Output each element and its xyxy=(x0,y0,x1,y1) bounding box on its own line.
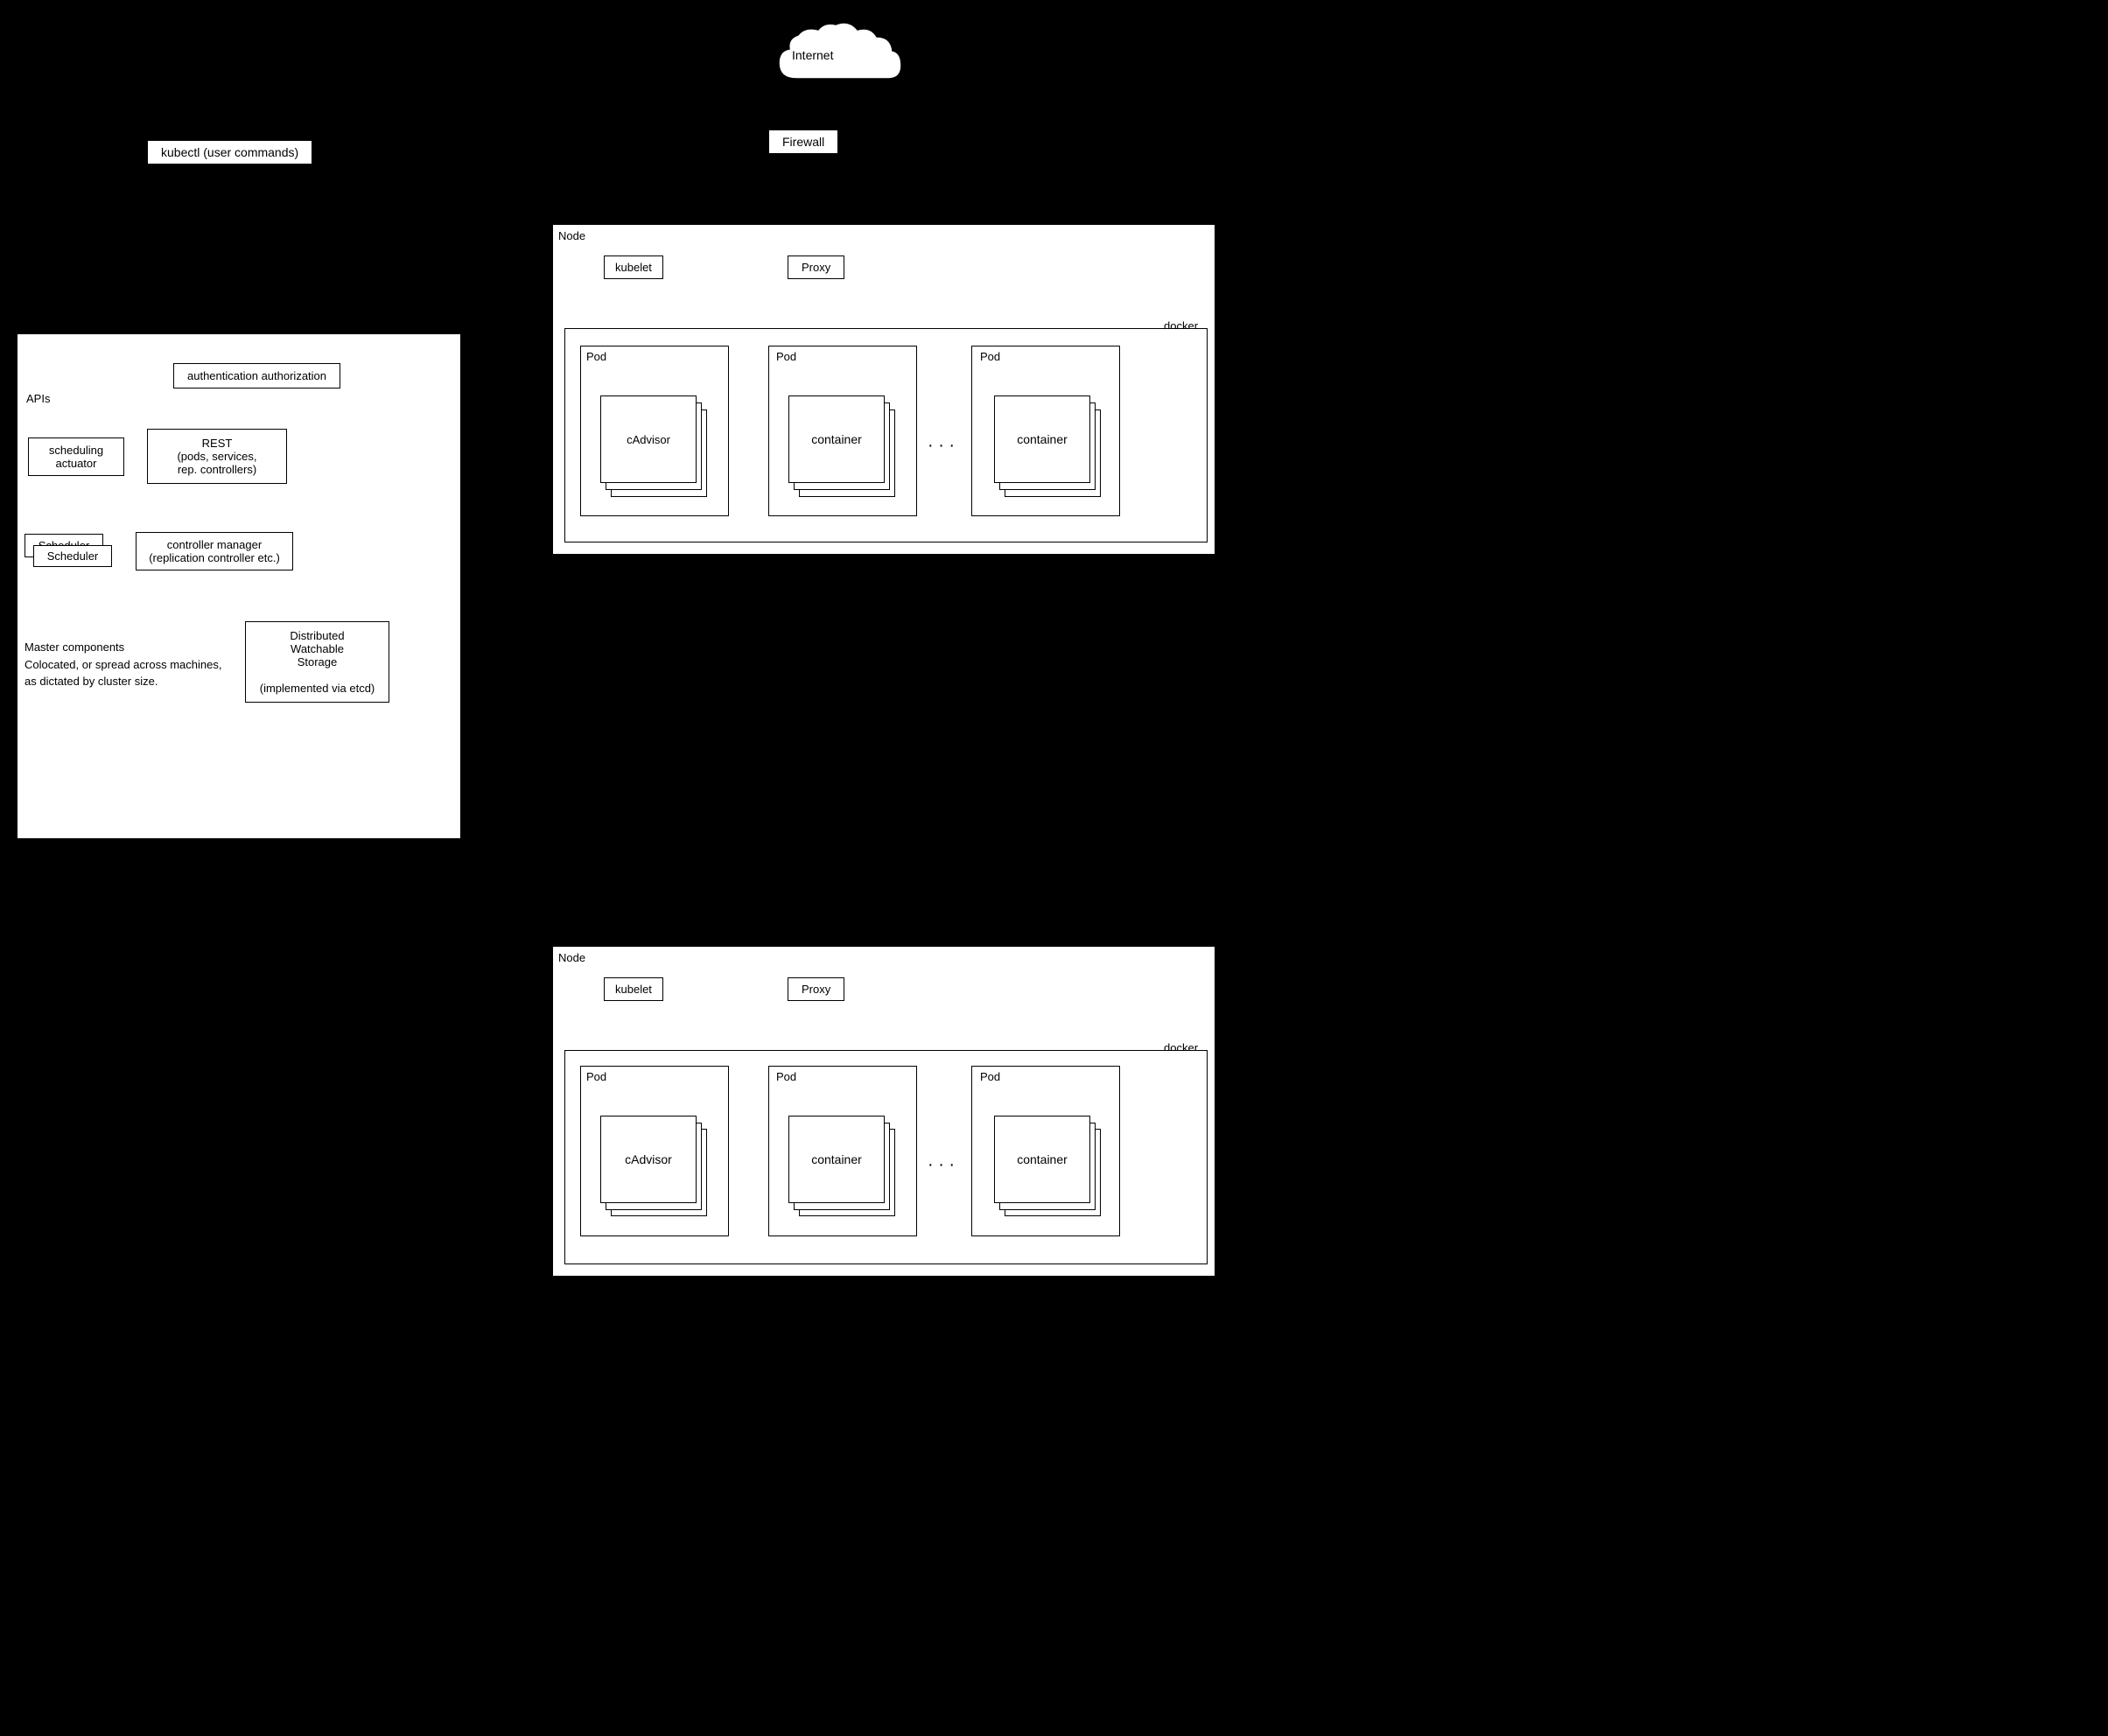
master-footer-text: Master componentsColocated, or spread ac… xyxy=(25,640,221,688)
node2-label: Node xyxy=(558,951,585,964)
firewall-box: Firewall xyxy=(768,130,838,154)
master-box xyxy=(16,332,462,840)
node1-label: Node xyxy=(558,229,585,242)
dots1: · · · xyxy=(928,436,955,456)
rest-box: REST(pods, services,rep. controllers) xyxy=(147,429,287,484)
pod2c-label: Pod xyxy=(980,1070,1000,1083)
container2c-box1: container xyxy=(994,1116,1090,1203)
diagram-area: Internet Firewall kubectl (user commands… xyxy=(0,0,2108,1736)
kubectl-box: kubectl (user commands) xyxy=(147,140,312,164)
auth-label: authentication authorization xyxy=(187,369,326,382)
cadvisor1-label: cAdvisor xyxy=(627,433,670,446)
controller-label: controller manager(replication controlle… xyxy=(149,538,280,564)
auth-box: authentication authorization xyxy=(173,363,340,388)
storage-label: DistributedWatchableStorage(implemented … xyxy=(260,629,375,695)
cadvisor2-label: cAdvisor xyxy=(625,1152,672,1166)
container2b-box1: container xyxy=(788,1116,885,1203)
dots2: · · · xyxy=(928,1155,955,1175)
pod1b-label: Pod xyxy=(776,350,796,363)
kubelet2-box: kubelet xyxy=(604,977,663,1001)
container1b-box1: container xyxy=(788,396,885,483)
scheduler-inner: Scheduler xyxy=(33,545,112,567)
pod1a-label: Pod xyxy=(586,350,606,363)
scheduling-box: scheduling actuator xyxy=(28,438,124,476)
cloud-shape xyxy=(770,18,910,105)
pod2b-label: Pod xyxy=(776,1070,796,1083)
kubelet1-box: kubelet xyxy=(604,256,663,279)
storage-box: DistributedWatchableStorage(implemented … xyxy=(245,621,389,703)
container2c-label: container xyxy=(1017,1152,1068,1166)
rest-label: REST(pods, services,rep. controllers) xyxy=(177,437,256,476)
internet-label: Internet xyxy=(792,48,833,62)
pod1c-label: Pod xyxy=(980,350,1000,363)
container1c-label: container xyxy=(1017,432,1068,446)
cadvisor2-box1: cAdvisor xyxy=(600,1116,697,1203)
pod2a-label: Pod xyxy=(586,1070,606,1083)
apis-label: APIs xyxy=(26,392,50,405)
controller-box: controller manager(replication controlle… xyxy=(136,532,293,570)
scheduling-label: scheduling actuator xyxy=(49,444,103,470)
cadvisor1-box1: cAdvisor xyxy=(600,396,697,483)
proxy1-box: Proxy xyxy=(788,256,844,279)
container1b-label: container xyxy=(811,432,862,446)
master-footer-label: Master componentsColocated, or spread ac… xyxy=(25,639,221,690)
container1c-box1: container xyxy=(994,396,1090,483)
proxy2-box: Proxy xyxy=(788,977,844,1001)
container2b-label: container xyxy=(811,1152,862,1166)
